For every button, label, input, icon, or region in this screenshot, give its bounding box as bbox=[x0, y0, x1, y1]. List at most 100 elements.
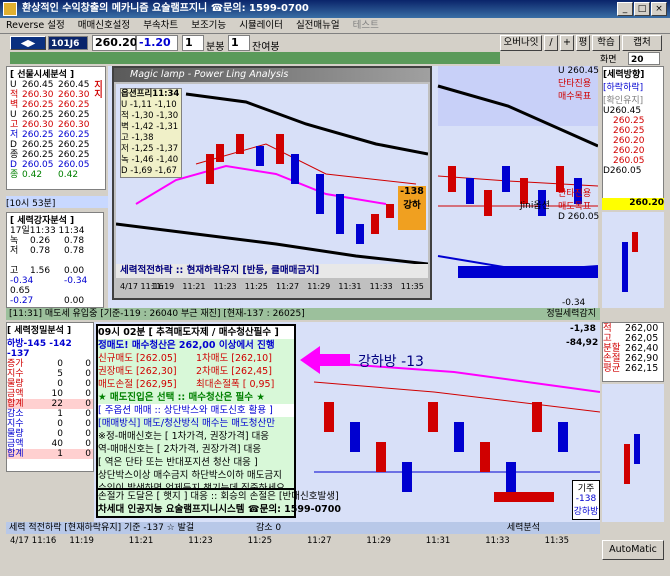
close-button[interactable]: × bbox=[651, 2, 667, 16]
precision-cell: 지수 bbox=[7, 419, 24, 429]
precision-cell: 합계 bbox=[7, 449, 24, 459]
menu-subchart[interactable]: 부속차트 bbox=[143, 20, 178, 31]
precision-cell: 0 bbox=[85, 419, 91, 429]
time-tick-label: 11:35 bbox=[544, 536, 570, 546]
futures-row-key: 종 bbox=[10, 150, 19, 160]
dialog-candle bbox=[356, 224, 364, 244]
precision-row: 금액 40 0 bbox=[7, 439, 93, 449]
period-input[interactable]: 1 bbox=[182, 35, 204, 51]
automatic-button[interactable]: AutoMatic bbox=[602, 540, 664, 560]
precision-cell: 금액 bbox=[7, 439, 24, 449]
screen-number[interactable]: 20 bbox=[628, 52, 660, 65]
dialog-candle bbox=[371, 214, 379, 234]
futures-row-val: 260.05 bbox=[22, 160, 54, 170]
futures-row-key: 적 bbox=[10, 90, 19, 100]
minimize-button[interactable]: _ bbox=[617, 2, 633, 16]
power-cell: 0.78 bbox=[64, 246, 85, 256]
futures-row-val: 260.25 bbox=[22, 130, 54, 140]
capture-button[interactable]: 캡처 bbox=[622, 35, 662, 51]
period-unit: 분봉 bbox=[206, 42, 225, 53]
futures-header: [ 선물시세분석 ] bbox=[10, 70, 75, 80]
level-labels: U 260.45 단타진용 매수목표 단타진용 매도목표 D 260.05 bbox=[558, 66, 600, 222]
precision-row: 물량 0 0 bbox=[7, 429, 93, 439]
power-cell: -0.27 bbox=[10, 296, 34, 306]
info-footer: 손절가 도달은 [ 햇지 ] 대응 :: 회승의 손절은 [반대신호발생] 차세… bbox=[96, 488, 341, 518]
power-cell: 저 bbox=[10, 246, 19, 256]
order-bar-1 bbox=[624, 444, 630, 484]
info-bullet: [ 역은 단타 또는 반대포지션 청산 대응 ] bbox=[98, 457, 258, 468]
maximize-button[interactable]: □ bbox=[634, 2, 650, 16]
dialog-time-axis: 4/17 11:16 11:19 11:21 11:23 11:25 11:27 11:29… bbox=[116, 282, 428, 294]
time-tick-label: 11:19 bbox=[69, 536, 94, 546]
count-input[interactable]: 1 bbox=[228, 35, 250, 51]
futures-row-val2: 260.30 bbox=[58, 90, 90, 100]
power-row: 0.65 bbox=[10, 286, 103, 296]
time-tick-label: 11:31 bbox=[338, 282, 362, 291]
precision-cell: 40 bbox=[51, 439, 63, 449]
dialog-title[interactable]: Magic lamp - Power Ling Analysis bbox=[114, 68, 430, 82]
precision-row: 지수 5 0 bbox=[7, 369, 93, 379]
draw-line-button[interactable]: / bbox=[544, 35, 558, 51]
precision-cell: 0 bbox=[57, 429, 63, 439]
futures-row-val: 260.45 bbox=[22, 80, 54, 90]
bottom-candle bbox=[454, 422, 464, 452]
precision-cell: 0 bbox=[57, 419, 63, 429]
futures-row-key: 종 bbox=[10, 170, 19, 180]
futures-row-val: 260.30 bbox=[22, 90, 54, 100]
crosshair-button[interactable]: + bbox=[560, 35, 574, 51]
bottom-candle bbox=[402, 462, 412, 492]
flat-button[interactable]: 평 bbox=[576, 35, 590, 51]
menu-signal[interactable]: 매매신호설정 bbox=[78, 20, 130, 31]
mid-value-1: -1,38 bbox=[570, 324, 596, 334]
upper-level: U 260.45 bbox=[558, 66, 599, 76]
dialog-candle bbox=[276, 134, 284, 164]
precision-sub: 하방-145 -142 -137 bbox=[7, 339, 72, 359]
time-tick-label: 11:31 bbox=[425, 536, 451, 546]
info-left-item: 신규매도 [262.05] bbox=[98, 353, 177, 364]
menu-simulator[interactable]: 시뮬레이터 bbox=[239, 20, 283, 31]
bottom-candle bbox=[428, 402, 438, 432]
dialog-candle bbox=[291, 154, 299, 184]
status-strip: [11:31] 매도세 유입중 [기준-119 : 26040 부근 재진] [… bbox=[6, 308, 600, 320]
right-price-tag: 260.20 bbox=[602, 198, 664, 210]
status-strip-text: [11:31] 매도세 유입중 [기준-119 : 26040 부근 재진] [… bbox=[9, 309, 305, 319]
futures-row-key: D bbox=[10, 140, 17, 150]
menu-manual[interactable]: 실전매뉴얼 bbox=[296, 20, 340, 31]
signal-box-top: 기주 bbox=[577, 484, 595, 494]
nav-buttons[interactable]: ◀▶ bbox=[10, 36, 46, 50]
menu-test[interactable]: 테스트 bbox=[353, 20, 379, 31]
direction-key: D260.05 bbox=[603, 166, 642, 176]
signal-box: 기주 -138 강하방 bbox=[572, 480, 600, 520]
signal-box-mid: -138 bbox=[575, 494, 597, 504]
menu-reverse[interactable]: Reverse 설정 bbox=[6, 20, 65, 31]
direction-row: 260.25 bbox=[603, 126, 663, 136]
futures-row-val2: 0.42 bbox=[58, 170, 79, 180]
precision-row: 감소 1 0 bbox=[7, 409, 93, 419]
power-panel: [ 세력강자분석 ] 17일11:33 11:34 녹 0.26 0.78 저 0.78… bbox=[6, 212, 104, 308]
power-dialog[interactable]: Magic lamp - Power Ling Analysis 옵션프리11:… bbox=[112, 66, 432, 300]
dialog-candle bbox=[216, 144, 224, 162]
learn-button[interactable]: 학습 bbox=[592, 35, 620, 51]
power-cell: 0.78 bbox=[64, 236, 85, 246]
order-mini-svg bbox=[624, 434, 640, 484]
precision-cell: 0 bbox=[85, 399, 91, 409]
order-bar-2 bbox=[634, 434, 640, 464]
bottom-candle bbox=[350, 422, 360, 452]
dialog-status: 세력적전하락 :: 현재하락유지 [반등, 클매매금지] bbox=[116, 264, 428, 278]
menu-aux[interactable]: 보조기능 bbox=[191, 20, 226, 31]
dialog-candle bbox=[336, 194, 344, 234]
info-box-header: [ 주옵션 매매 :: 상단박스와 매도신호 활용 ] bbox=[98, 404, 294, 417]
precision-cell: 0 bbox=[85, 449, 91, 459]
order-row: 적 262,00 bbox=[603, 323, 663, 334]
code-input[interactable]: 101J6 bbox=[48, 36, 88, 50]
precision-cell: 0 bbox=[85, 409, 91, 419]
scalp-label-2: 단타진용 bbox=[558, 189, 592, 199]
dialog-signal-value: -138 bbox=[400, 186, 424, 197]
direction-row: 260.20 bbox=[603, 146, 663, 156]
jini-label: Jini옵션 bbox=[520, 201, 550, 211]
info-right-item: 1차매도 [262,10] bbox=[196, 353, 272, 364]
overnight-button[interactable]: 오버나잇 bbox=[500, 35, 542, 51]
futures-row-key: D bbox=[10, 160, 17, 170]
bottom-candle bbox=[532, 402, 542, 432]
bottom-candle bbox=[376, 442, 386, 472]
